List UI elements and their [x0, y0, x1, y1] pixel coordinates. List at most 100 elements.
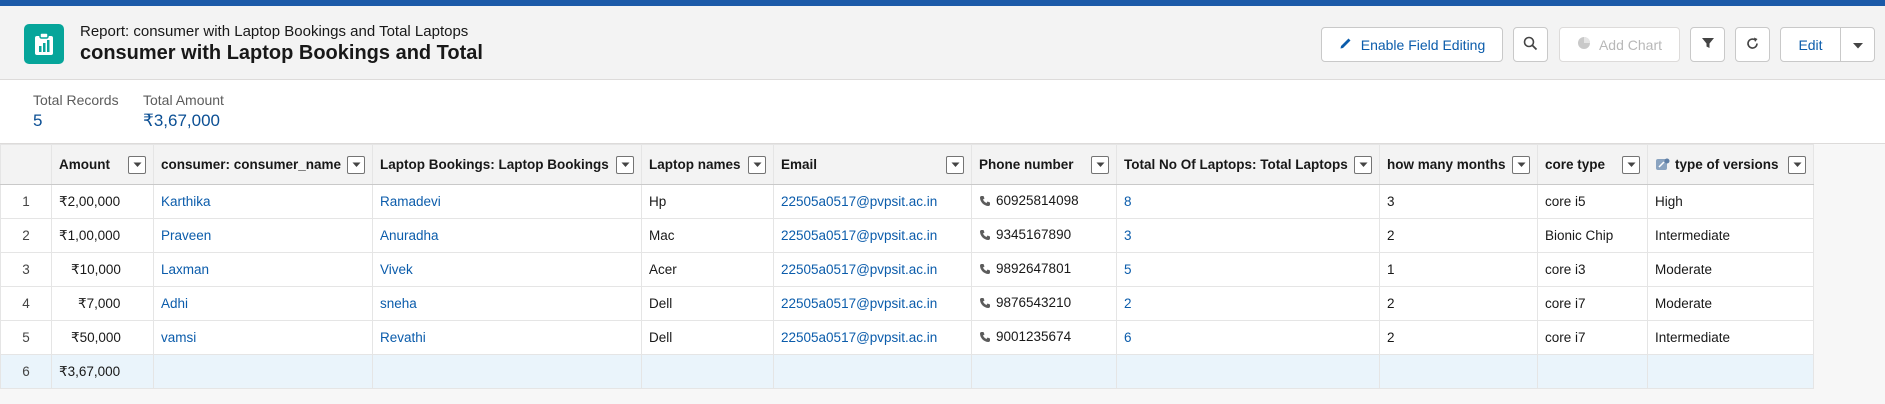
- total-records-label: Total Records: [33, 92, 119, 108]
- cell-amount: ₹10,000: [51, 252, 154, 287]
- cell-version: Intermediate: [1647, 218, 1814, 253]
- table-row: 2 ₹1,00,000 Praveen Anuradha Mac 22505a0…: [0, 218, 1814, 253]
- total-amount-value: ₹3,67,000: [143, 111, 220, 130]
- report-header: Report: consumer with Laptop Bookings an…: [0, 6, 1885, 80]
- cell-booking-link[interactable]: Vivek: [372, 252, 642, 287]
- cell-email-link[interactable]: 22505a0517@pvpsit.ac.in: [773, 252, 972, 287]
- chart-icon: [1577, 36, 1591, 53]
- column-header-total-laptops[interactable]: Total No Of Laptops: Total Laptops: [1116, 144, 1380, 185]
- cell-total-laptops-link[interactable]: 2: [1116, 286, 1380, 321]
- column-header-how-many-months[interactable]: how many months: [1379, 144, 1538, 185]
- cell-booking-link[interactable]: Ramadevi: [372, 184, 642, 219]
- cell-total-laptops-link[interactable]: 8: [1116, 184, 1380, 219]
- column-header-laptop-names[interactable]: Laptop names: [641, 144, 774, 185]
- column-header-label: Laptop names: [649, 157, 741, 172]
- cell-consumer-link[interactable]: Karthika: [153, 184, 373, 219]
- table-row: 3 ₹10,000 Laxman Vivek Acer 22505a0517@p…: [0, 252, 1814, 287]
- column-menu-button[interactable]: [946, 155, 964, 174]
- phone-icon: [980, 297, 990, 308]
- cell-core-type: core i7: [1537, 286, 1648, 321]
- cell-laptop-name: Acer: [641, 252, 774, 287]
- cell-amount-total: ₹3,67,000: [51, 354, 154, 389]
- empty-cell: [1647, 354, 1814, 389]
- empty-cell: [773, 354, 972, 389]
- cell-months: 1: [1379, 252, 1538, 287]
- column-header-consumer-name[interactable]: consumer: consumer_name: [153, 144, 373, 185]
- filter-icon: [1701, 36, 1715, 53]
- pencil-icon: [1339, 36, 1353, 53]
- empty-cell: [153, 354, 373, 389]
- cell-amount: ₹7,000: [51, 286, 154, 321]
- cell-core-type: core i3: [1537, 252, 1648, 287]
- column-header-label: Laptop Bookings: Laptop Bookings: [380, 157, 609, 172]
- enable-field-editing-label: Enable Field Editing: [1360, 36, 1486, 53]
- refresh-button[interactable]: [1735, 27, 1770, 62]
- phone-number: 9876543210: [996, 295, 1072, 311]
- edit-menu-button[interactable]: [1840, 27, 1875, 62]
- cell-core-type: core i7: [1537, 320, 1648, 355]
- cell-total-laptops-link[interactable]: 6: [1116, 320, 1380, 355]
- column-menu-button[interactable]: [748, 155, 766, 174]
- column-menu-button[interactable]: [347, 155, 366, 174]
- column-header-type-of-versions[interactable]: type of versions: [1647, 144, 1814, 185]
- column-menu-button[interactable]: [1512, 155, 1530, 174]
- edit-button[interactable]: Edit: [1780, 27, 1841, 62]
- column-menu-button[interactable]: [1622, 155, 1640, 174]
- cell-version: Moderate: [1647, 252, 1814, 287]
- filter-button[interactable]: [1690, 27, 1725, 62]
- search-icon: [1523, 36, 1538, 54]
- column-header-label: Email: [781, 157, 818, 172]
- column-header-laptop-bookings[interactable]: Laptop Bookings: Laptop Bookings: [372, 144, 642, 185]
- chevron-down-icon: [1627, 162, 1635, 167]
- row-number: 6: [0, 354, 52, 389]
- column-menu-button[interactable]: [128, 155, 146, 174]
- column-menu-button[interactable]: [1354, 155, 1372, 174]
- chevron-down-icon: [1852, 37, 1864, 53]
- column-header-core-type[interactable]: core type: [1537, 144, 1648, 185]
- cell-email-link[interactable]: 22505a0517@pvpsit.ac.in: [773, 320, 972, 355]
- cell-booking-link[interactable]: sneha: [372, 286, 642, 321]
- empty-cell: [971, 354, 1117, 389]
- column-menu-button[interactable]: [1788, 155, 1806, 174]
- cell-phone[interactable]: 9001235674: [971, 320, 1117, 355]
- edit-label: Edit: [1798, 36, 1823, 53]
- cell-phone[interactable]: 9345167890: [971, 218, 1117, 253]
- report-eyebrow: Report: consumer with Laptop Bookings an…: [80, 23, 469, 40]
- cell-total-laptops-link[interactable]: 3: [1116, 218, 1380, 253]
- cell-booking-link[interactable]: Revathi: [372, 320, 642, 355]
- cell-booking-link[interactable]: Anuradha: [372, 218, 642, 253]
- column-header-phone-number[interactable]: Phone number: [971, 144, 1117, 185]
- chevron-down-icon: [1517, 162, 1525, 167]
- cell-laptop-name: Dell: [641, 286, 774, 321]
- column-header-email[interactable]: Email: [773, 144, 972, 185]
- empty-cell: [1116, 354, 1380, 389]
- search-button[interactable]: [1513, 27, 1548, 62]
- page-title: consumer with Laptop Bookings and Total: [80, 42, 483, 64]
- cell-email-link[interactable]: 22505a0517@pvpsit.ac.in: [773, 286, 972, 321]
- cell-consumer-link[interactable]: vamsi: [153, 320, 373, 355]
- cell-months: 2: [1379, 286, 1538, 321]
- cell-email-link[interactable]: 22505a0517@pvpsit.ac.in: [773, 184, 972, 219]
- cell-consumer-link[interactable]: Adhi: [153, 286, 373, 321]
- cell-core-type: Bionic Chip: [1537, 218, 1648, 253]
- cell-consumer-link[interactable]: Praveen: [153, 218, 373, 253]
- column-menu-button[interactable]: [616, 155, 634, 174]
- column-menu-button[interactable]: [1091, 155, 1109, 174]
- cell-phone[interactable]: 9876543210: [971, 286, 1117, 321]
- row-number: 3: [0, 252, 52, 287]
- chevron-down-icon: [753, 162, 761, 167]
- enable-field-editing-button[interactable]: Enable Field Editing: [1321, 27, 1503, 62]
- add-chart-label: Add Chart: [1598, 36, 1663, 53]
- column-header-amount[interactable]: Amount: [51, 144, 154, 185]
- add-chart-button[interactable]: Add Chart: [1559, 27, 1680, 62]
- report-table-container[interactable]: Amount consumer: consumer_name Laptop Bo…: [0, 143, 1885, 404]
- cell-email-link[interactable]: 22505a0517@pvpsit.ac.in: [773, 218, 972, 253]
- chevron-down-icon: [133, 162, 141, 167]
- cell-phone[interactable]: 60925814098: [971, 184, 1117, 219]
- cell-months: 2: [1379, 320, 1538, 355]
- cell-consumer-link[interactable]: Laxman: [153, 252, 373, 287]
- cell-total-laptops-link[interactable]: 5: [1116, 252, 1380, 287]
- cell-phone[interactable]: 9892647801: [971, 252, 1117, 287]
- row-number: 4: [0, 286, 52, 321]
- phone-number: 60925814098: [996, 193, 1079, 209]
